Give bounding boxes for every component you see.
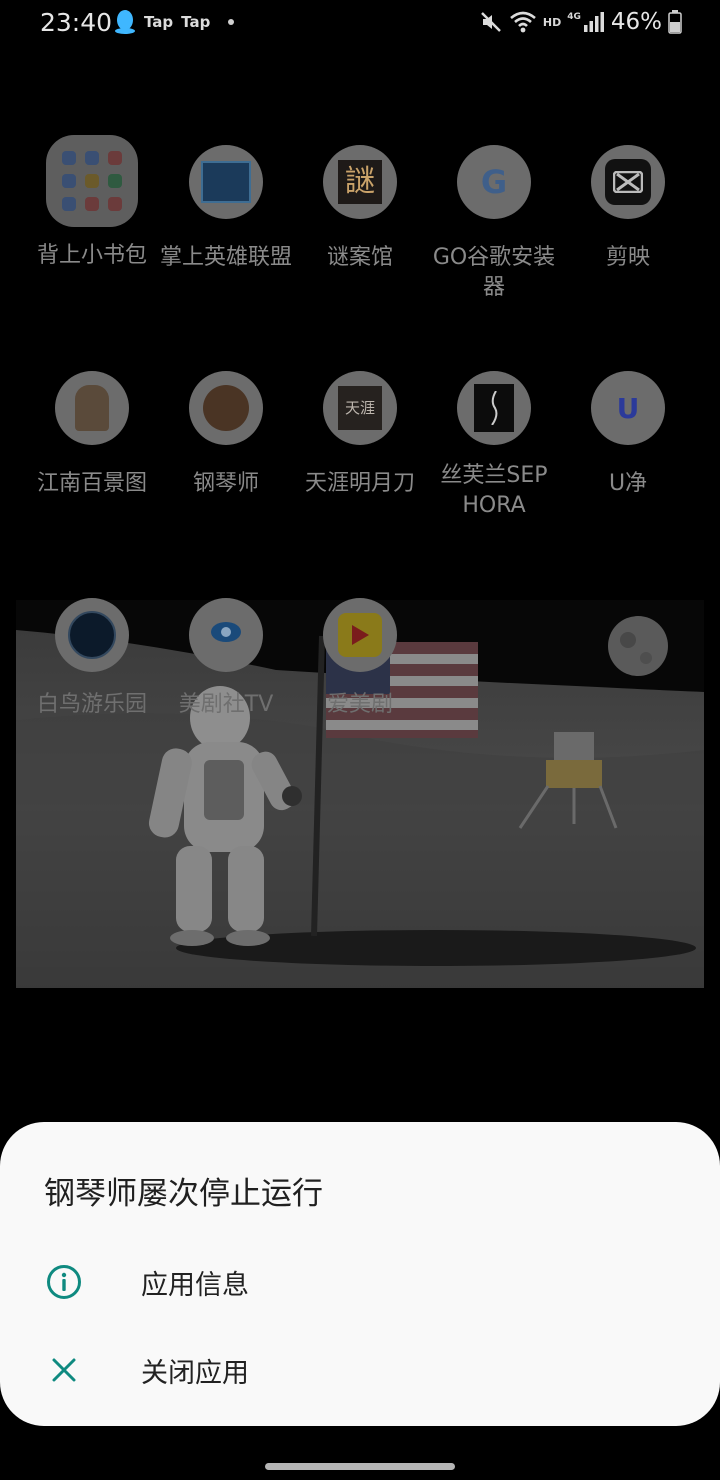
info-icon [44, 1262, 84, 1302]
qq-icon [115, 10, 135, 34]
app-league-mobile[interactable]: 掌上英雄联盟 [159, 145, 293, 273]
app-pianist[interactable]: 钢琴师 [159, 371, 293, 499]
meijushe-icon [189, 598, 263, 672]
app-label: 丝芙兰SEPHORA [440, 463, 548, 518]
app-bird-park[interactable]: 白鸟游乐园 [25, 598, 159, 720]
jiangnan-icon [55, 371, 129, 445]
capcut-icon [591, 145, 665, 219]
app-info-label: 应用信息 [141, 1269, 249, 1301]
folder-icon [46, 135, 138, 227]
status-time: 23:40 [40, 8, 113, 37]
app-mystery-hall[interactable]: 謎 谜案馆 [293, 145, 427, 273]
mystery-icon: 謎 [323, 145, 397, 219]
close-app-option[interactable]: 关闭应用 [0, 1330, 720, 1410]
app-label: 爱美剧 [326, 692, 393, 717]
system-status: HD 4G 46% [479, 8, 682, 36]
app-capcut[interactable]: 剪映 [561, 145, 695, 273]
close-icon [44, 1350, 84, 1390]
close-app-label: 关闭应用 [141, 1357, 249, 1389]
app-label: 剪映 [605, 245, 650, 270]
taptap-icon: Tap [181, 13, 211, 31]
app-label: GO谷歌安装器 [432, 245, 556, 300]
bird-park-icon [55, 598, 129, 672]
app-aimeiju[interactable]: 爱美剧 [293, 598, 427, 720]
app-sephora[interactable]: 丝芙兰SEPHORA [427, 371, 561, 521]
app-jiangnan[interactable]: 江南百景图 [25, 371, 159, 499]
sephora-icon [457, 371, 531, 445]
aimeiju-icon [323, 598, 397, 672]
app-label: 谜案馆 [326, 245, 393, 270]
app-go-google-installer[interactable]: G GO谷歌安装器 [427, 145, 561, 303]
app-crash-dialog: 钢琴师屡次停止运行 应用信息 关闭应用 [0, 1122, 720, 1426]
taptap-icon: Tap [144, 13, 174, 31]
app-info-option[interactable]: 应用信息 [0, 1242, 720, 1322]
notification-icons: Tap Tap [114, 8, 235, 36]
pianist-icon [189, 371, 263, 445]
app-ujing[interactable]: U U净 [561, 371, 695, 499]
app-meijushe-tv[interactable]: 美剧社TV [159, 598, 293, 720]
google-installer-icon: G [457, 145, 531, 219]
network-type-label: 4G [567, 12, 581, 22]
dialog-title: 钢琴师屡次停止运行 [44, 1176, 323, 1212]
app-label: 白鸟游乐园 [36, 692, 147, 717]
app-label: U净 [608, 471, 648, 496]
app-backpack-folder[interactable]: 背上小书包 [25, 135, 159, 271]
app-label: 天涯明月刀 [304, 471, 415, 496]
app-label: 美剧社TV [178, 692, 274, 717]
app-label: 江南百景图 [36, 471, 147, 496]
more-notifications-dot [228, 19, 235, 25]
app-label: 掌上英雄联盟 [159, 245, 292, 270]
signal-icon [583, 12, 604, 32]
battery-percent: 46% [610, 9, 662, 35]
tianya-icon: 天涯 [323, 371, 397, 445]
wifi-icon [510, 11, 536, 33]
ujing-icon: U [591, 371, 665, 445]
mute-icon [480, 12, 501, 32]
league-icon [189, 145, 263, 219]
app-label: 钢琴师 [192, 471, 259, 496]
home-indicator[interactable] [265, 1463, 455, 1470]
app-label: 背上小书包 [36, 243, 147, 268]
battery-icon [668, 10, 682, 34]
status-bar: 23:40 Tap Tap HD 4G 46% [0, 0, 720, 44]
hd-label: HD [542, 15, 562, 29]
app-tianya[interactable]: 天涯 天涯明月刀 [293, 371, 427, 499]
